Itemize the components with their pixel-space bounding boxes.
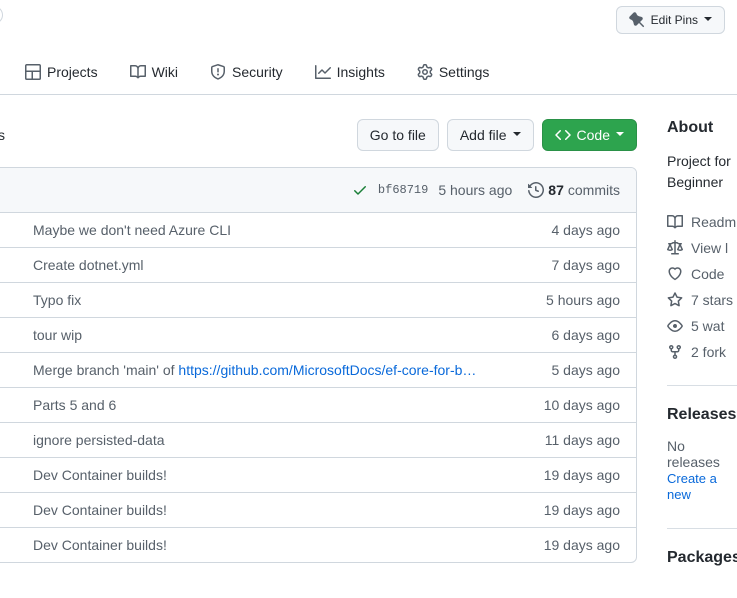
tab-settings[interactable]: Settings bbox=[405, 56, 502, 94]
caret-down-icon bbox=[513, 127, 521, 143]
about-coc-label: Code bbox=[691, 266, 724, 282]
tags-link-stub[interactable]: ) tags bbox=[0, 127, 349, 143]
commits-count-label: commits bbox=[568, 182, 620, 198]
packages-heading: Packages bbox=[667, 549, 737, 567]
book-icon bbox=[130, 64, 146, 80]
about-forks-label: 2 fork bbox=[691, 344, 726, 360]
about-stars-link[interactable]: 7 stars bbox=[667, 287, 737, 313]
file-row: Merge branch 'main' of https://github.co… bbox=[0, 352, 636, 387]
commit-sha[interactable]: bf68719 bbox=[378, 183, 428, 197]
about-readme-link[interactable]: Readm bbox=[667, 209, 737, 235]
commit-age: 11 days ago bbox=[545, 432, 620, 448]
commit-age: 19 days ago bbox=[544, 502, 620, 518]
tab-security[interactable]: Security bbox=[198, 56, 295, 94]
about-watching-label: 5 wat bbox=[691, 318, 724, 334]
fork-icon bbox=[667, 344, 683, 360]
about-readme-label: Readm bbox=[691, 214, 736, 230]
commit-message[interactable]: Merge branch 'main' of https://github.co… bbox=[33, 362, 552, 378]
file-row: Typo fix5 hours ago bbox=[0, 282, 636, 317]
tab-insights[interactable]: Insights bbox=[303, 56, 397, 94]
table-icon bbox=[25, 64, 41, 80]
edit-pins-button[interactable]: Edit Pins bbox=[616, 6, 725, 34]
tab-projects[interactable]: Projects bbox=[13, 56, 110, 94]
file-row: Dev Container builds!19 days ago bbox=[0, 527, 636, 562]
sidebar-separator bbox=[667, 385, 737, 386]
commit-message-link[interactable]: https://github.com/MicrosoftDocs/ef-core… bbox=[178, 362, 476, 378]
commit-age: 19 days ago bbox=[544, 537, 620, 553]
commits-count: 87 bbox=[548, 182, 564, 198]
commit-message[interactable]: Dev Container builds! bbox=[33, 537, 544, 553]
about-description: Project for Beginner bbox=[667, 151, 737, 193]
check-icon bbox=[352, 182, 368, 198]
about-heading: About bbox=[667, 119, 737, 137]
create-release-link[interactable]: Create a new bbox=[667, 471, 717, 502]
commit-age: 5 hours ago bbox=[546, 292, 620, 308]
add-file-label: Add file bbox=[460, 127, 507, 143]
about-coc-link[interactable]: Code bbox=[667, 261, 737, 287]
about-stars-label: 7 stars bbox=[691, 292, 733, 308]
file-row: Create dotnet.yml7 days ago bbox=[0, 247, 636, 282]
commit-age: 7 days ago bbox=[552, 257, 621, 273]
tab-wiki[interactable]: Wiki bbox=[118, 56, 190, 94]
caret-down-icon bbox=[616, 127, 624, 143]
add-file-button[interactable]: Add file bbox=[447, 119, 534, 151]
sidebar-separator bbox=[667, 528, 737, 529]
commit-age: 4 days ago bbox=[552, 222, 621, 238]
commit-age: 5 hours ago bbox=[438, 182, 512, 198]
shield-icon bbox=[210, 64, 226, 80]
tab-stub[interactable]: s bbox=[0, 56, 5, 94]
repo-nav: s Projects Wiki Security Insights Settin… bbox=[0, 56, 737, 95]
latest-commit-bar: bf68719 5 hours ago 87 commits bbox=[0, 168, 636, 212]
commit-message[interactable]: Dev Container builds! bbox=[33, 502, 544, 518]
releases-heading: Releases bbox=[667, 406, 737, 424]
go-to-file-button[interactable]: Go to file bbox=[357, 119, 439, 151]
file-list-box: bf68719 5 hours ago 87 commits Maybe we … bbox=[0, 167, 637, 563]
pin-icon bbox=[629, 12, 645, 28]
file-row: Dev Container builds!19 days ago bbox=[0, 492, 636, 527]
file-row: Dev Container builds!19 days ago bbox=[0, 457, 636, 492]
commits-count-link[interactable]: 87 commits bbox=[528, 182, 620, 198]
eye-icon bbox=[667, 318, 683, 334]
edit-pins-label: Edit Pins bbox=[651, 13, 698, 27]
commit-message[interactable]: Typo fix bbox=[33, 292, 546, 308]
code-of-conduct-icon bbox=[667, 266, 683, 282]
tab-wiki-label: Wiki bbox=[152, 64, 178, 80]
file-row: ignore persisted-data11 days ago bbox=[0, 422, 636, 457]
commit-age: 10 days ago bbox=[544, 397, 620, 413]
code-icon bbox=[555, 127, 571, 143]
about-license-label: View l bbox=[691, 240, 728, 256]
gear-icon bbox=[417, 64, 433, 80]
file-row: Maybe we don't need Azure CLI4 days ago bbox=[0, 212, 636, 247]
star-icon bbox=[667, 292, 683, 308]
code-label: Code bbox=[577, 127, 610, 143]
code-button[interactable]: Code bbox=[542, 119, 637, 151]
commit-age: 5 days ago bbox=[552, 362, 621, 378]
commit-message[interactable]: ignore persisted-data bbox=[33, 432, 545, 448]
history-icon bbox=[528, 182, 544, 198]
commit-age: 6 days ago bbox=[552, 327, 621, 343]
graph-icon bbox=[315, 64, 331, 80]
no-releases-text: No releases bbox=[667, 438, 737, 470]
about-license-link[interactable]: View l bbox=[667, 235, 737, 261]
commit-message[interactable]: Parts 5 and 6 bbox=[33, 397, 544, 413]
commit-message[interactable]: tour wip bbox=[33, 327, 552, 343]
caret-down-icon bbox=[704, 13, 712, 28]
commit-message[interactable]: Create dotnet.yml bbox=[33, 257, 552, 273]
file-row: Parts 5 and 610 days ago bbox=[0, 387, 636, 422]
tab-projects-label: Projects bbox=[47, 64, 98, 80]
commit-message[interactable]: Dev Container builds! bbox=[33, 467, 544, 483]
tab-settings-label: Settings bbox=[439, 64, 490, 80]
about-forks-link[interactable]: 2 fork bbox=[667, 339, 737, 365]
commit-age: 19 days ago bbox=[544, 467, 620, 483]
file-row: tour wip6 days ago bbox=[0, 317, 636, 352]
book-icon bbox=[667, 214, 683, 230]
tab-security-label: Security bbox=[232, 64, 283, 80]
about-watching-link[interactable]: 5 wat bbox=[667, 313, 737, 339]
tab-insights-label: Insights bbox=[337, 64, 385, 80]
law-icon bbox=[667, 240, 683, 256]
commit-message[interactable]: Maybe we don't need Azure CLI bbox=[33, 222, 552, 238]
visibility-pill: lic bbox=[0, 6, 3, 24]
